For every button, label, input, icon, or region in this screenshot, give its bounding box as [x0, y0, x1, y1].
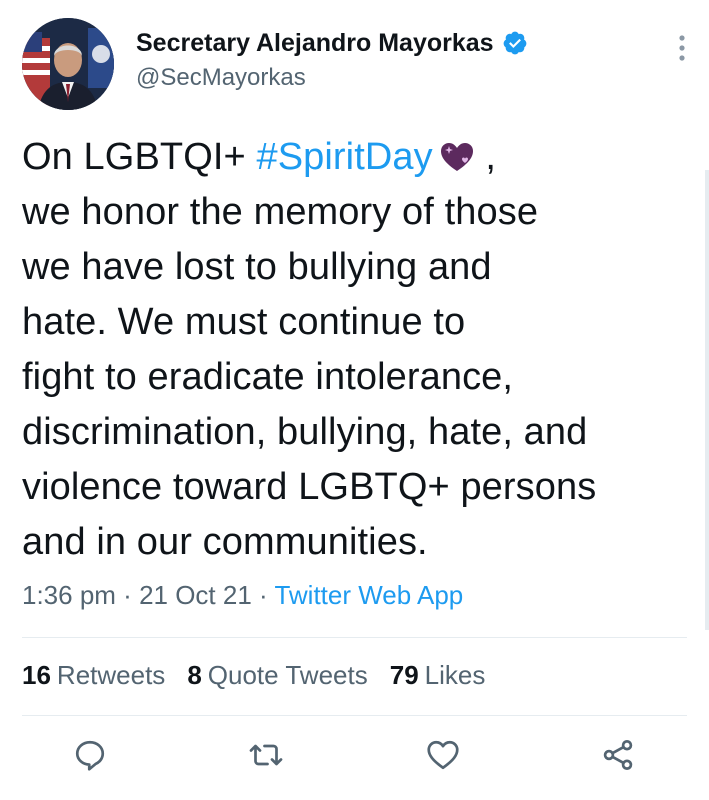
scrollbar[interactable]: [705, 170, 709, 630]
tweet-text: On LGBTQI+ #SpiritDay , we honor the mem…: [22, 130, 692, 570]
tweet-line: we have lost to bullying and: [22, 246, 492, 288]
tweet-line: violence toward LGBTQ+ persons: [22, 466, 597, 508]
display-name-row: Secretary Alejandro Mayorkas: [136, 26, 528, 60]
tweet-line: hate. We must continue to: [22, 301, 466, 343]
meta-separator: ·: [251, 580, 275, 610]
quote-tweets-stat[interactable]: 8 Quote Tweets: [187, 660, 367, 691]
retweets-label: Retweets: [56, 660, 166, 690]
share-icon[interactable]: [600, 737, 636, 773]
author-names: Secretary Alejandro Mayorkas @SecMayorka…: [136, 26, 528, 92]
tweet-card: Secretary Alejandro Mayorkas @SecMayorka…: [0, 0, 709, 800]
tweet-source-link[interactable]: Twitter Web App: [274, 580, 463, 610]
tweet-meta: 1:36 pm · 21 Oct 21 · Twitter Web App: [22, 580, 463, 611]
verified-badge-icon: [503, 31, 526, 55]
tweet-stats: 16 Retweets 8 Quote Tweets 79 Likes: [22, 660, 485, 691]
tweet-line: and in our communities.: [22, 521, 428, 563]
display-name[interactable]: Secretary Alejandro Mayorkas: [136, 29, 494, 58]
purple-heart-sparkle-icon: [440, 143, 473, 171]
avatar[interactable]: [22, 18, 114, 110]
tweet-actions: [0, 735, 709, 785]
divider: [22, 715, 687, 716]
retweet-icon[interactable]: [248, 737, 284, 773]
retweets-stat[interactable]: 16 Retweets: [22, 660, 165, 691]
likes-label: Likes: [424, 660, 486, 690]
tweet-text-suffix: ,: [474, 136, 497, 178]
meta-separator: ·: [115, 580, 140, 610]
heart-icon[interactable]: [425, 737, 461, 773]
quote-tweets-count: 8: [187, 660, 202, 690]
tweet-header: Secretary Alejandro Mayorkas @SecMayorka…: [22, 18, 692, 110]
tweet-line: On LGBTQI+ #SpiritDay ,: [22, 130, 692, 185]
more-options-icon[interactable]: [672, 28, 692, 68]
tweet-line: discrimination, bullying, hate, and: [22, 411, 588, 453]
tweet-line: we honor the memory of those: [22, 191, 539, 233]
quote-tweets-label: Quote Tweets: [207, 660, 368, 690]
avatar-image: [22, 18, 114, 110]
tweet-line: fight to eradicate intolerance,: [22, 356, 514, 398]
tweet-time[interactable]: 1:36 pm: [22, 580, 116, 610]
likes-count: 79: [389, 660, 419, 690]
retweets-count: 16: [22, 660, 51, 690]
handle[interactable]: @SecMayorkas: [136, 64, 528, 92]
hashtag-link[interactable]: #SpiritDay: [256, 136, 432, 178]
tweet-date[interactable]: 21 Oct 21: [139, 580, 252, 610]
reply-icon[interactable]: [72, 737, 108, 773]
divider: [22, 637, 687, 638]
tweet-text-prefix: On LGBTQI+: [22, 136, 257, 178]
likes-stat[interactable]: 79 Likes: [390, 660, 486, 691]
